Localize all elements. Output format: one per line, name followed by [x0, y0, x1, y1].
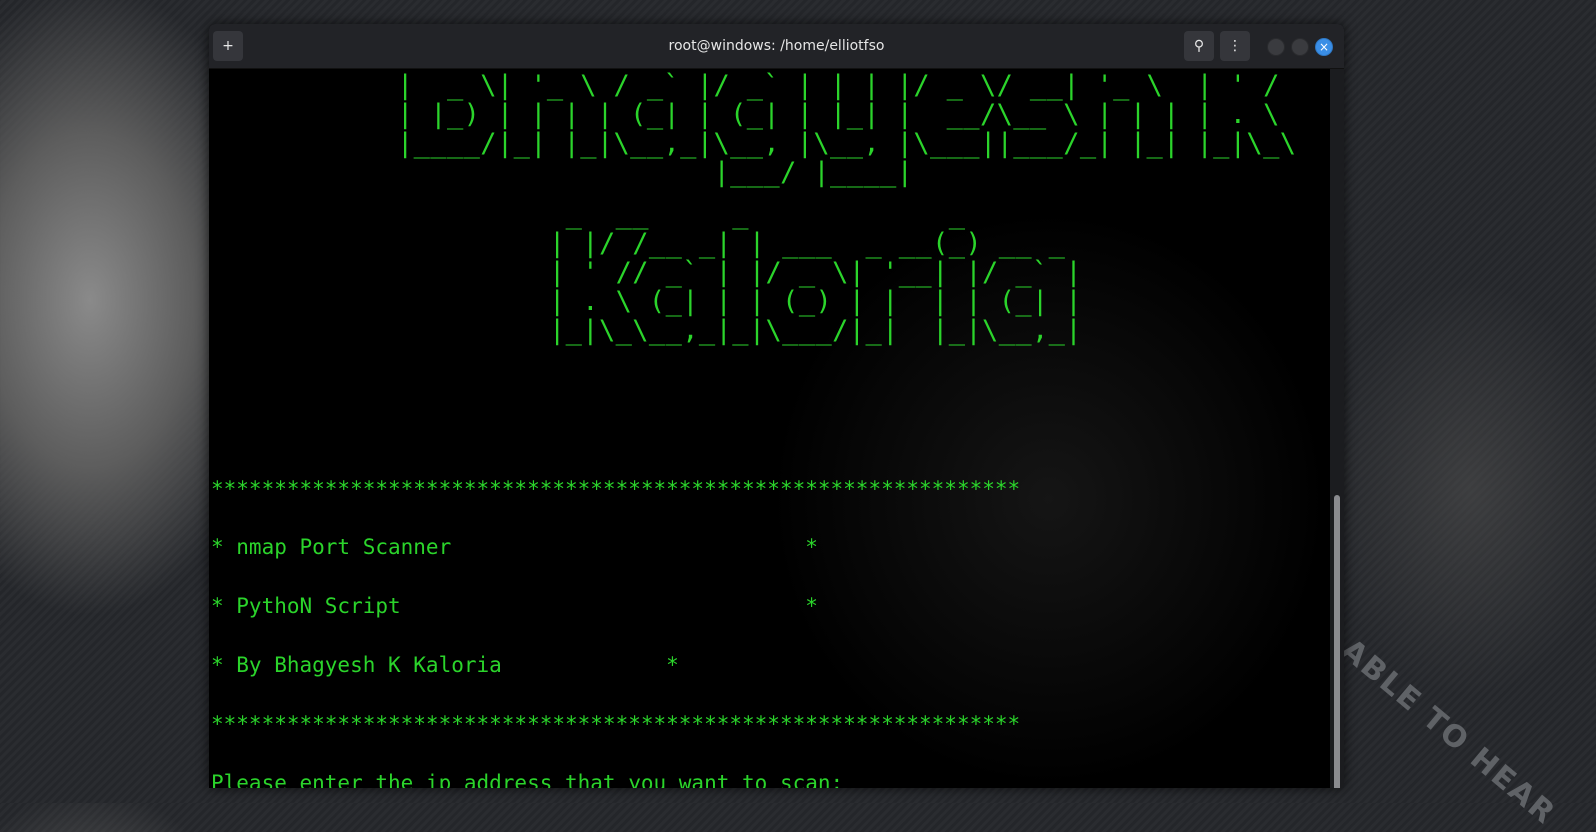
minimize-button[interactable] — [1267, 38, 1285, 56]
stars-line-top: ****************************************… — [211, 477, 1021, 501]
stars-line-bottom: ****************************************… — [211, 712, 1021, 736]
ascii-banner-top: | _ \| '_ \ / _` |/ _` | | | |/ _ \/ __|… — [397, 70, 1297, 188]
window-title: root@windows: /home/elliotfso — [668, 38, 885, 54]
menu-icon: ⋮ — [1228, 38, 1242, 54]
menu-button[interactable]: ⋮ — [1220, 31, 1250, 61]
ip-prompt[interactable]: Please enter the ip address that you wan… — [211, 771, 856, 788]
scrollbar-thumb[interactable] — [1334, 495, 1340, 788]
terminal-output[interactable]: | _ \| '_ \ / _` |/ _` | | | |/ _ \/ __|… — [209, 69, 1330, 788]
search-button[interactable]: ⚲ — [1184, 31, 1214, 61]
terminal-window: + root@windows: /home/elliotfso ⚲ ⋮ × | … — [209, 24, 1344, 788]
close-button[interactable]: × — [1315, 38, 1333, 56]
scrollbar[interactable] — [1330, 69, 1344, 788]
maximize-button[interactable] — [1291, 38, 1309, 56]
title-bar[interactable]: + root@windows: /home/elliotfso ⚲ ⋮ × — [209, 24, 1344, 69]
title-line-script: * PythoN Script * — [211, 594, 818, 618]
close-icon: × — [1318, 40, 1330, 54]
search-icon: ⚲ — [1193, 38, 1205, 54]
ascii-banner-kaloria: _ __ _ _ | |/ /__ _| | ___ _ __(_) __ _ … — [549, 199, 1082, 346]
title-line-author: * By Bhagyesh K Kaloria * — [211, 653, 679, 677]
title-line-scanner: * nmap Port Scanner * — [211, 535, 818, 559]
